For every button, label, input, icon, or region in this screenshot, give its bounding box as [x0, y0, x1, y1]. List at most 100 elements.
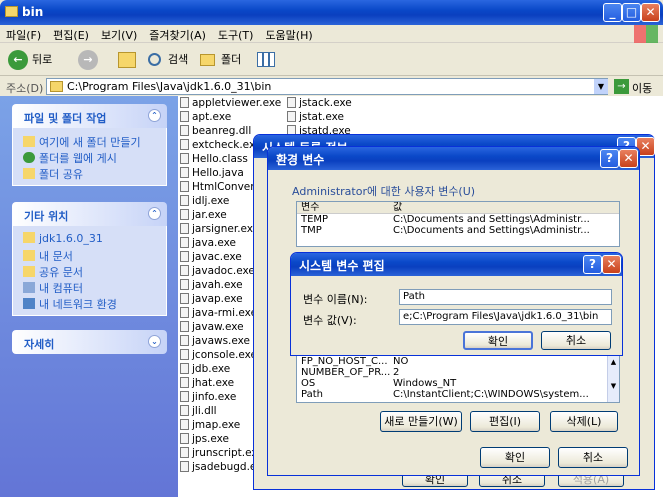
collapse-icon[interactable]: ⌃ — [148, 207, 161, 220]
col-value: 값 — [393, 202, 403, 213]
maximize-button[interactable]: □ — [622, 3, 641, 22]
search-button[interactable]: 검색 — [148, 48, 198, 72]
menu-help[interactable]: 도움말(H) — [259, 25, 318, 45]
folders-button[interactable]: 폴더 — [200, 48, 250, 72]
var-name: FP_NO_HOST_C... — [301, 356, 388, 367]
list-item[interactable]: TEMP C:\Documents and Settings\Administr.… — [297, 214, 619, 225]
file-icon — [180, 419, 189, 430]
details-header[interactable]: 자세히 ⌄ — [12, 330, 167, 354]
var-name: OS — [301, 378, 316, 389]
close-button[interactable]: ✕ — [619, 149, 638, 168]
env-cancel-button[interactable]: 취소 — [558, 447, 628, 468]
place-shared-documents[interactable]: 공유 문서 — [23, 264, 166, 280]
search-icon — [148, 53, 161, 66]
forward-button[interactable]: → — [78, 48, 110, 72]
place-my-documents[interactable]: 내 문서 — [23, 248, 166, 264]
explorer-titlebar: bin _ □ ✕ — [0, 0, 663, 25]
file-name: jar.exe — [192, 209, 227, 221]
col-variable: 변수 — [301, 202, 320, 213]
file-icon — [180, 139, 189, 150]
list-item[interactable]: TMP C:\Documents and Settings\Administr..… — [297, 225, 619, 236]
user-vars-list[interactable]: 변수 값 TEMP C:\Documents and Settings\Admini… — [296, 201, 620, 247]
file-item[interactable]: appletviewer.exe — [180, 96, 281, 110]
edit-cancel-button[interactable]: 취소 — [541, 331, 611, 350]
list-item[interactable]: FP_NO_HOST_C... NO — [297, 356, 619, 367]
file-name: jps.exe — [192, 433, 230, 445]
user-vars-label: Administrator에 대한 사용자 변수(U) — [292, 185, 476, 198]
list-item[interactable]: NUMBER_OF_PR... 2 — [297, 367, 619, 378]
edit-var-titlebar: 시스템 변수 편집 — [291, 253, 622, 276]
menu-view[interactable]: 보기(V) — [95, 25, 143, 45]
file-icon — [180, 125, 189, 136]
system-vars-list[interactable]: FP_NO_HOST_C... NO NUMBER_OF_PR... 2 OS Win… — [296, 355, 620, 403]
collapse-icon[interactable]: ⌃ — [148, 109, 161, 122]
file-item[interactable]: apt.exe — [180, 110, 281, 124]
task-label: 폴더를 웹에 게시 — [39, 152, 117, 165]
file-tasks-header[interactable]: 파일 및 폴더 작업 ⌃ — [12, 104, 167, 128]
up-folder-icon[interactable] — [118, 52, 136, 68]
file-item[interactable]: jstack.exe — [287, 96, 352, 110]
task-publish-web[interactable]: 폴더를 웹에 게시 — [23, 150, 166, 166]
file-name: jli.dll — [192, 405, 217, 417]
menu-file[interactable]: 파일(F) — [0, 25, 47, 45]
folder-icon — [23, 250, 35, 261]
file-icon — [180, 447, 189, 458]
address-input[interactable]: C:\Program Files\Java\jdk1.6.0_31\bin — [46, 78, 608, 95]
go-arrow-icon[interactable]: → — [614, 79, 629, 94]
computer-icon — [23, 282, 35, 293]
other-places-panel: jdk1.6.0_31 내 문서 공유 문서 내 컴퓨터 내 네트워크 환경 — [12, 226, 167, 316]
views-icon[interactable] — [257, 52, 275, 67]
file-icon — [180, 349, 189, 360]
task-new-folder[interactable]: 여기에 새 폴더 만들기 — [23, 134, 166, 150]
menu-tools[interactable]: 도구(T) — [212, 25, 260, 45]
list-header: 변수 값 — [297, 202, 619, 214]
file-name: appletviewer.exe — [192, 97, 282, 109]
file-icon — [180, 251, 189, 262]
place-label: 내 문서 — [39, 250, 73, 263]
list-item[interactable]: Path C:\InstantClient;C:\WINDOWS\system..… — [297, 389, 619, 400]
menu-favorites[interactable]: 즐겨찾기(A) — [143, 25, 212, 45]
go-button[interactable]: 이동 — [632, 80, 652, 96]
help-button[interactable]: ? — [583, 255, 602, 274]
edit-var-button[interactable]: 편집(I) — [470, 411, 540, 432]
address-dropdown-icon[interactable]: ▼ — [594, 79, 608, 94]
menu-edit[interactable]: 편집(E) — [47, 25, 95, 45]
task-share-folder[interactable]: 폴더 공유 — [23, 166, 166, 182]
folder-icon — [50, 81, 63, 92]
file-name: Hello.java — [192, 167, 244, 179]
file-name: javap.exe — [192, 293, 243, 305]
file-icon — [180, 321, 189, 332]
file-item[interactable]: jstat.exe — [287, 110, 352, 124]
network-icon — [23, 298, 35, 309]
scrollbar[interactable]: ▲ ▼ — [607, 356, 619, 402]
new-var-button[interactable]: 새로 만들기(W) — [380, 411, 462, 432]
env-vars-title: 환경 변수 — [276, 153, 325, 167]
place-my-computer[interactable]: 내 컴퓨터 — [23, 280, 166, 296]
close-button[interactable]: ✕ — [641, 3, 660, 22]
var-name-input[interactable]: Path — [399, 289, 612, 305]
place-network[interactable]: 내 네트워크 환경 — [23, 296, 166, 312]
place-jdk[interactable]: jdk1.6.0_31 — [23, 232, 166, 248]
edit-ok-button[interactable]: 확인 — [463, 331, 533, 350]
list-item[interactable]: OS Windows_NT — [297, 378, 619, 389]
file-name: jhat.exe — [192, 377, 235, 389]
expand-icon[interactable]: ⌄ — [148, 335, 161, 348]
globe-icon — [23, 152, 35, 163]
back-button[interactable]: ← 뒤로 — [8, 48, 70, 72]
delete-var-button[interactable]: 삭제(L) — [550, 411, 618, 432]
minimize-button[interactable]: _ — [603, 3, 622, 22]
share-folder-icon — [23, 168, 35, 179]
file-tasks-title: 파일 및 폴더 작업 — [24, 112, 107, 125]
menu-bar: 파일(F) 편집(E) 보기(V) 즐겨찾기(A) 도구(T) 도움말(H) — [0, 25, 663, 43]
env-ok-button[interactable]: 확인 — [480, 447, 550, 468]
other-places-header[interactable]: 기타 위치 ⌃ — [12, 202, 167, 226]
file-name: javadoc.exe — [192, 265, 255, 277]
var-value-input[interactable]: e;C:\Program Files\Java\jdk1.6.0_31\bin — [399, 309, 612, 325]
edit-var-title: 시스템 변수 편집 — [299, 259, 385, 273]
var-value: Windows_NT — [393, 378, 457, 389]
help-button[interactable]: ? — [600, 149, 619, 168]
file-icon — [180, 97, 189, 108]
file-tasks-panel: 여기에 새 폴더 만들기 폴더를 웹에 게시 폴더 공유 — [12, 128, 167, 186]
close-button[interactable]: ✕ — [602, 255, 621, 274]
file-icon — [180, 391, 189, 402]
